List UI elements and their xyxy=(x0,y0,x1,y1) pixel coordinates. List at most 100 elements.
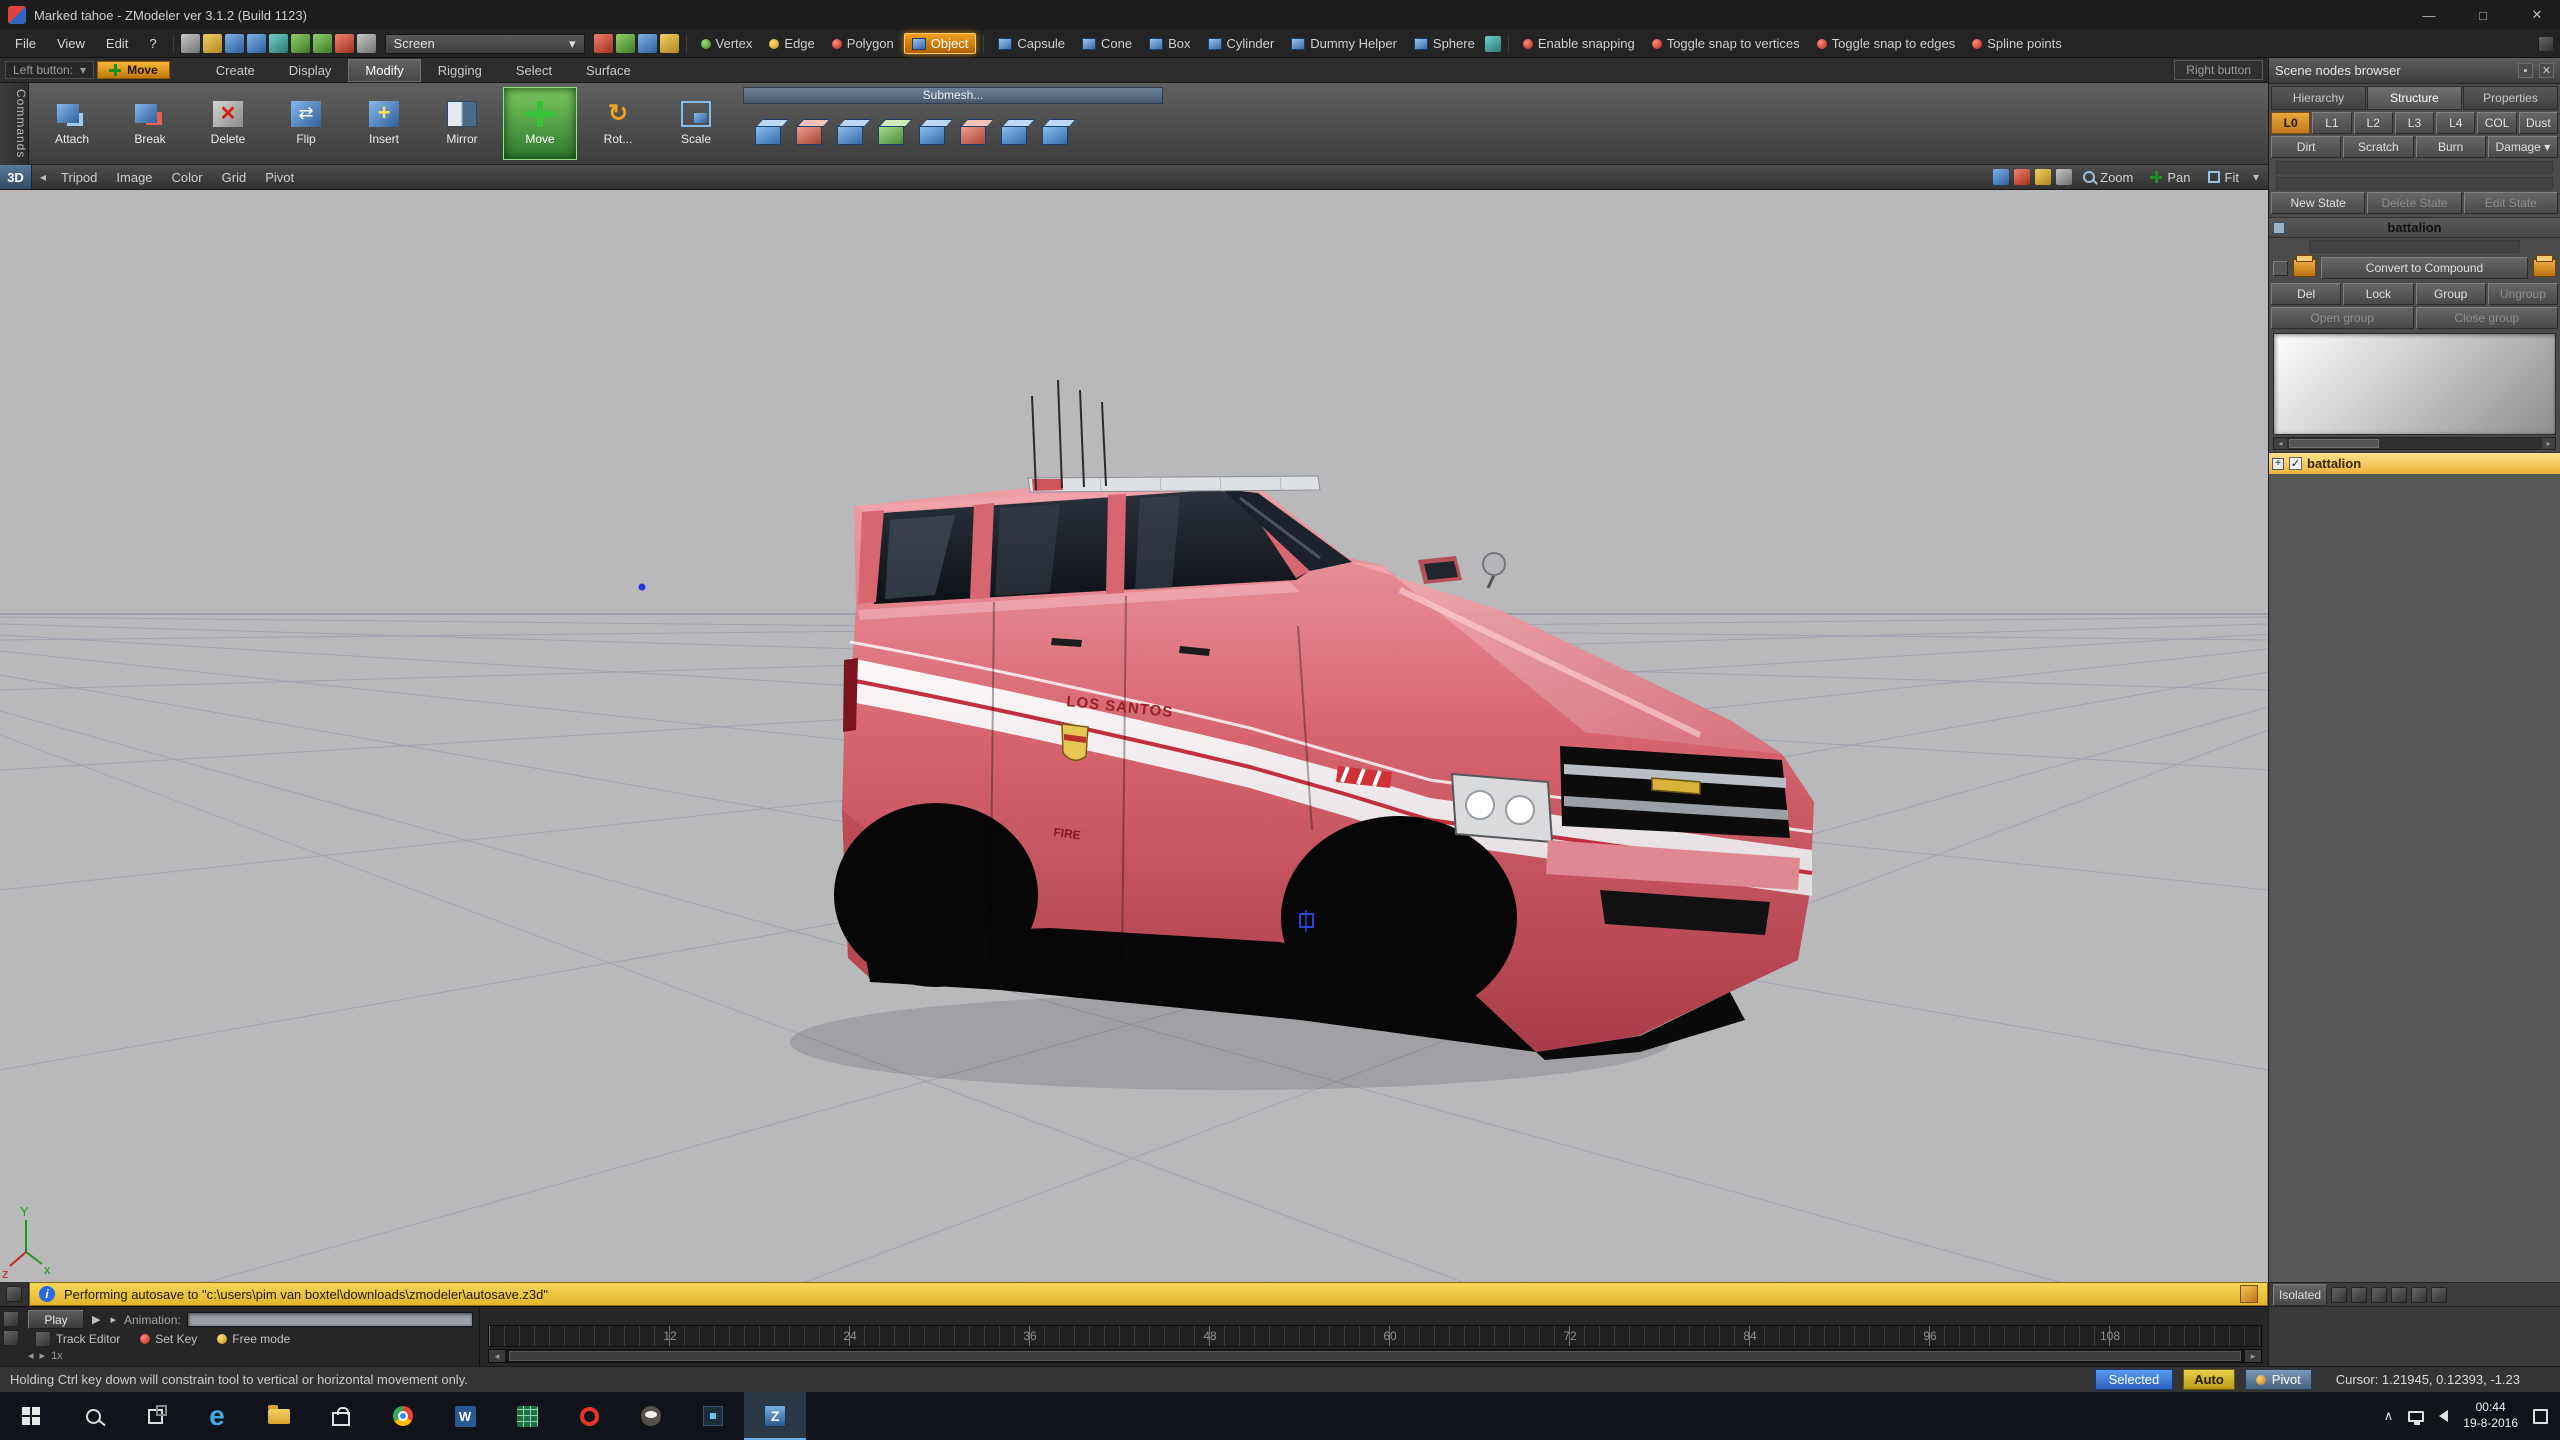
material-preview[interactable] xyxy=(2273,333,2556,435)
mode-object[interactable]: Object xyxy=(904,33,977,54)
opera-app[interactable] xyxy=(558,1392,620,1440)
pivot-badge[interactable]: Pivot xyxy=(2245,1369,2312,1390)
panel-toggle-icon[interactable] xyxy=(0,1282,29,1306)
layers-icon[interactable] xyxy=(3,1311,19,1327)
geometry-toggle-icon[interactable] xyxy=(2273,261,2288,276)
vertex-marker[interactable] xyxy=(639,584,646,591)
create-cone[interactable]: Cone xyxy=(1075,34,1139,53)
tab-hierarchy[interactable]: Hierarchy xyxy=(2271,86,2366,110)
start-button[interactable] xyxy=(0,1392,62,1440)
group-button[interactable]: Group xyxy=(2416,283,2486,305)
save-icon[interactable] xyxy=(225,34,244,53)
enable-snapping-toggle[interactable]: Enable snapping xyxy=(1516,34,1642,53)
lighting-icon[interactable] xyxy=(2035,169,2051,185)
scroll-right-icon[interactable]: ▸ xyxy=(2245,1350,2261,1362)
edit-state-button[interactable]: Edit State xyxy=(2464,192,2558,214)
submesh-tool-2-icon[interactable] xyxy=(796,125,822,145)
collapse-all-icon[interactable] xyxy=(2391,1287,2407,1303)
create-dummy-helper[interactable]: Dummy Helper xyxy=(1284,34,1404,53)
move-tool[interactable]: Move xyxy=(503,87,577,160)
damage-button[interactable]: Damage ▾ xyxy=(2488,136,2558,158)
close-group-button[interactable]: Close group xyxy=(2416,307,2559,329)
panel-close-icon[interactable]: ✕ xyxy=(2539,63,2554,78)
filter-icon[interactable] xyxy=(3,1330,19,1346)
submesh-tool-7-icon[interactable] xyxy=(1001,125,1027,145)
tab-display[interactable]: Display xyxy=(272,59,349,82)
ungroup-button[interactable]: Ungroup xyxy=(2488,283,2558,305)
mode-polygon[interactable]: Polygon xyxy=(825,34,901,53)
frame-forward-icon[interactable]: ▸ xyxy=(40,1349,46,1362)
list-options-icon[interactable] xyxy=(2431,1287,2447,1303)
timeline-scrollbar[interactable]: ◂ ▸ xyxy=(488,1349,2262,1363)
rotate-tool[interactable]: Rot... xyxy=(581,87,655,160)
commands-panel-tab[interactable]: Commands xyxy=(0,83,29,165)
compound-export-icon[interactable] xyxy=(2533,259,2556,277)
auto-badge[interactable]: Auto xyxy=(2183,1369,2235,1390)
create-capsule[interactable]: Capsule xyxy=(991,34,1072,53)
new-state-button[interactable]: New State xyxy=(2271,192,2365,214)
viewport-options-icon[interactable]: ▾ xyxy=(2250,170,2262,184)
lod-col-button[interactable]: COL xyxy=(2477,112,2516,134)
set-key-button[interactable]: Set Key xyxy=(133,1331,204,1347)
volume-icon[interactable] xyxy=(2439,1410,2448,1422)
left-button-selector[interactable]: Left button: ▾ xyxy=(5,61,94,79)
play-forward-icon[interactable]: ▶ xyxy=(90,1313,102,1326)
viewport-menu-color[interactable]: Color xyxy=(165,168,210,187)
grid-toggle-icon[interactable] xyxy=(660,34,679,53)
left-button-tool[interactable]: Move xyxy=(97,61,170,79)
track-editor-button[interactable]: Track Editor xyxy=(28,1330,127,1348)
flip-tool[interactable]: Flip xyxy=(269,87,343,160)
new-file-icon[interactable] xyxy=(181,34,200,53)
delete-state-button[interactable]: Delete State xyxy=(2367,192,2461,214)
submesh-tool-3-icon[interactable] xyxy=(837,125,863,145)
y-axis-icon[interactable] xyxy=(616,34,635,53)
dev-app[interactable] xyxy=(682,1392,744,1440)
insert-tool[interactable]: Insert xyxy=(347,87,421,160)
dirt-button[interactable]: Dirt xyxy=(2271,136,2341,158)
create-box[interactable]: Box xyxy=(1142,34,1197,53)
menu-view[interactable]: View xyxy=(48,33,94,54)
tab-modify[interactable]: Modify xyxy=(348,59,420,82)
viewport-menu-tripod[interactable]: Tripod xyxy=(54,168,104,187)
settings-icon[interactable] xyxy=(357,34,376,53)
store-app[interactable] xyxy=(310,1392,372,1440)
scrollbar-thumb[interactable] xyxy=(2289,439,2379,448)
export-icon[interactable] xyxy=(269,34,288,53)
spline-points-toggle[interactable]: Spline points xyxy=(1965,34,2068,53)
mode-vertex[interactable]: Vertex xyxy=(694,34,760,53)
snap-to-edges-toggle[interactable]: Toggle snap to edges xyxy=(1810,34,1963,53)
mirror-tool[interactable]: Mirror xyxy=(425,87,499,160)
eye-icon[interactable] xyxy=(1485,36,1501,52)
lod-l2-button[interactable]: L2 xyxy=(2354,112,2393,134)
z-axis-icon[interactable] xyxy=(638,34,657,53)
selected-badge[interactable]: Selected xyxy=(2095,1369,2174,1390)
break-tool[interactable]: Break xyxy=(113,87,187,160)
wireframe-mode-icon[interactable] xyxy=(2014,169,2030,185)
scroll-left-icon[interactable]: ◂ xyxy=(489,1350,505,1362)
scrollbar-thumb[interactable] xyxy=(509,1351,2241,1361)
submesh-tool-5-icon[interactable] xyxy=(919,125,945,145)
right-button-selector[interactable]: Right button xyxy=(2174,60,2263,80)
viewport-canvas[interactable]: LOS SANTOS FIRE xyxy=(0,190,2268,1282)
show-all-icon[interactable] xyxy=(2331,1287,2347,1303)
zmodeler-app[interactable]: Z xyxy=(744,1392,806,1440)
mode-edge[interactable]: Edge xyxy=(762,34,821,53)
preview-scrollbar[interactable]: ◂ ▸ xyxy=(2273,437,2556,450)
scratch-button[interactable]: Scratch xyxy=(2343,136,2413,158)
hide-all-icon[interactable] xyxy=(2351,1287,2367,1303)
play-button[interactable]: Play xyxy=(28,1310,84,1329)
scroll-left-icon[interactable]: ◂ xyxy=(2274,438,2287,449)
gimp-app[interactable] xyxy=(620,1392,682,1440)
tab-select[interactable]: Select xyxy=(499,59,569,82)
menu-edit[interactable]: Edit xyxy=(97,33,137,54)
menu-file[interactable]: File xyxy=(6,33,45,54)
sort-icon[interactable] xyxy=(2411,1287,2427,1303)
close-button[interactable]: ✕ xyxy=(2514,0,2560,30)
toolbar-overflow-icon[interactable] xyxy=(2538,36,2554,52)
attach-tool[interactable]: Attach xyxy=(35,87,109,160)
snap-to-vertices-toggle[interactable]: Toggle snap to vertices xyxy=(1645,34,1807,53)
submesh-tool-8-icon[interactable] xyxy=(1042,125,1068,145)
background-icon[interactable] xyxy=(2056,169,2072,185)
collapse-arrow-icon[interactable]: ◂ xyxy=(37,170,49,184)
burn-button[interactable]: Burn xyxy=(2416,136,2486,158)
